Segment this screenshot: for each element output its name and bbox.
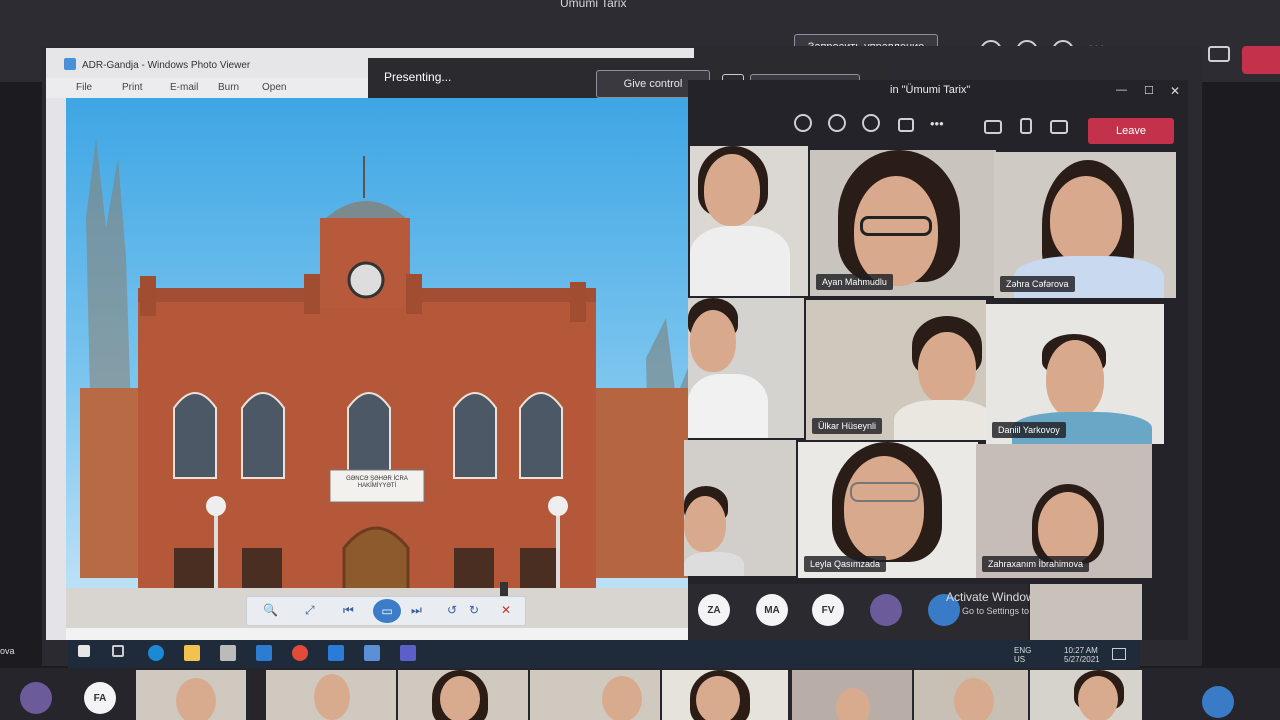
- strip-participant-tile[interactable]: [136, 670, 246, 720]
- rotate-left-icon[interactable]: ↺: [447, 603, 457, 617]
- task-view-icon[interactable]: [112, 645, 124, 657]
- glasses-icon: [860, 216, 932, 236]
- participant-name: Zəhra Cəfərova: [1000, 276, 1075, 292]
- tray-clock[interactable]: 10:27 AM 5/27/2021: [1064, 646, 1100, 664]
- participant-name: Daniil Yarkovoy: [992, 422, 1066, 438]
- photo-viewer-app-icon: [64, 58, 76, 70]
- viewer-title: ADR-Gandja - Windows Photo Viewer: [82, 60, 251, 71]
- photos-icon[interactable]: [364, 645, 380, 661]
- participant-tile[interactable]: [690, 146, 808, 296]
- participant-name: Zahraxanım İbrahimova: [982, 556, 1090, 572]
- start-icon[interactable]: [78, 645, 90, 657]
- self-view-tile[interactable]: [1030, 584, 1142, 640]
- inner-chat-icon[interactable]: [828, 114, 846, 132]
- chrome-icon[interactable]: [292, 645, 308, 661]
- menu-print[interactable]: Print: [122, 82, 143, 93]
- minimize-icon[interactable]: —: [1116, 84, 1127, 96]
- edge-icon[interactable]: [148, 645, 164, 661]
- menu-email[interactable]: E-mail: [170, 82, 198, 93]
- building-illustration: [66, 138, 692, 628]
- inner-more-icon[interactable]: •••: [930, 116, 944, 131]
- outlook-icon[interactable]: [328, 645, 344, 661]
- outer-meeting-title: Ümumi Tarix: [560, 0, 627, 10]
- share-icon[interactable]: [1208, 46, 1230, 62]
- tray-language-code: ENG: [1014, 646, 1032, 655]
- inner-rooms-icon[interactable]: [898, 118, 914, 132]
- participant-tile[interactable]: Ayan Mahmudlu: [810, 150, 996, 296]
- slideshow-icon[interactable]: ▭: [373, 599, 401, 623]
- participant-name: Ülkar Hüseynli: [812, 418, 883, 434]
- maximize-icon[interactable]: ☐: [1144, 84, 1154, 97]
- next-icon[interactable]: ⏭: [411, 603, 422, 618]
- menu-file[interactable]: File: [76, 82, 92, 93]
- presenting-label: Presenting...: [384, 70, 452, 84]
- outer-leave-button[interactable]: [1242, 46, 1280, 74]
- tray-time: 10:27 AM: [1064, 646, 1098, 655]
- glasses-icon: [850, 482, 920, 502]
- file-explorer-icon[interactable]: [184, 645, 200, 661]
- activate-windows-title: Activate Windows: [946, 590, 1041, 604]
- strip-participant-tile[interactable]: [792, 670, 912, 720]
- previous-icon[interactable]: ⏮: [343, 603, 354, 618]
- zoom-icon[interactable]: 🔍: [263, 603, 278, 617]
- participant-tile[interactable]: Ülkar Hüseynli: [806, 300, 986, 440]
- inner-camera-icon[interactable]: [984, 120, 1002, 134]
- avatar[interactable]: ZA: [698, 594, 730, 626]
- avatar-flag[interactable]: [1202, 686, 1234, 718]
- mail-icon[interactable]: [256, 645, 272, 661]
- teams-icon[interactable]: [400, 645, 416, 661]
- tray-language[interactable]: ENG US: [1014, 646, 1031, 664]
- actual-size-icon[interactable]: ⤢: [305, 603, 315, 618]
- strip-participant-tile[interactable]: [266, 670, 396, 720]
- meeting-title: in "Ümumi Tarix": [890, 84, 971, 96]
- inner-mic-icon[interactable]: [1020, 118, 1032, 134]
- avatar[interactable]: MA: [756, 594, 788, 626]
- store-icon[interactable]: [220, 645, 236, 661]
- teams-side-rail: [46, 98, 66, 640]
- outer-left-label: ova: [0, 646, 15, 656]
- avatar[interactable]: FV: [812, 594, 844, 626]
- menu-open[interactable]: Open: [262, 82, 286, 93]
- delete-icon[interactable]: ✕: [501, 603, 511, 617]
- avatar-photo[interactable]: [20, 682, 52, 714]
- inner-raise-hand-icon[interactable]: [794, 114, 812, 132]
- menu-burn[interactable]: Burn: [218, 82, 239, 93]
- inner-share-icon[interactable]: [1050, 120, 1068, 134]
- tray-region-code: US: [1014, 655, 1026, 664]
- photo-viewer-window: ADR-Gandja - Windows Photo Viewer File P…: [46, 48, 694, 640]
- strip-participant-tile[interactable]: [530, 670, 660, 720]
- participant-tile[interactable]: Leyla Qasımzada: [798, 442, 978, 578]
- strip-participant-tile[interactable]: [662, 670, 788, 720]
- building-photo: GƏNCƏ ŞƏHƏR İCRA HAKİMİYYƏTİ: [66, 98, 692, 628]
- strip-participant-tile[interactable]: [1030, 670, 1142, 720]
- participant-tile[interactable]: Zahraxanım İbrahimova: [976, 444, 1152, 578]
- close-icon[interactable]: ✕: [1170, 84, 1180, 98]
- inner-participants-icon[interactable]: [862, 114, 880, 132]
- viewer-controls-bar: 🔍 ⤢ ⏮ ▭ ⏭ ↺ ↻ ✕: [246, 596, 526, 626]
- inner-leave-button[interactable]: Leave: [1088, 118, 1174, 144]
- participant-tile[interactable]: [684, 440, 796, 576]
- participant-name: Ayan Mahmudlu: [816, 274, 893, 290]
- strip-participant-tile[interactable]: [914, 670, 1028, 720]
- tray-date: 5/27/2021: [1064, 655, 1100, 664]
- strip-participant-tile[interactable]: [398, 670, 528, 720]
- avatar[interactable]: FA: [84, 682, 116, 714]
- building-banner-text: GƏNCƏ ŞƏHƏR İCRA HAKİMİYYƏTİ: [346, 476, 408, 489]
- participant-tile[interactable]: [688, 298, 804, 438]
- participant-tile[interactable]: Daniil Yarkovoy: [986, 304, 1164, 444]
- rotate-right-icon[interactable]: ↻: [469, 603, 479, 617]
- participant-name: Leyla Qasımzada: [804, 556, 887, 572]
- participant-tile[interactable]: Zəhra Cəfərova: [994, 152, 1176, 298]
- notifications-icon[interactable]: [1112, 648, 1126, 660]
- avatar-photo[interactable]: [870, 594, 902, 626]
